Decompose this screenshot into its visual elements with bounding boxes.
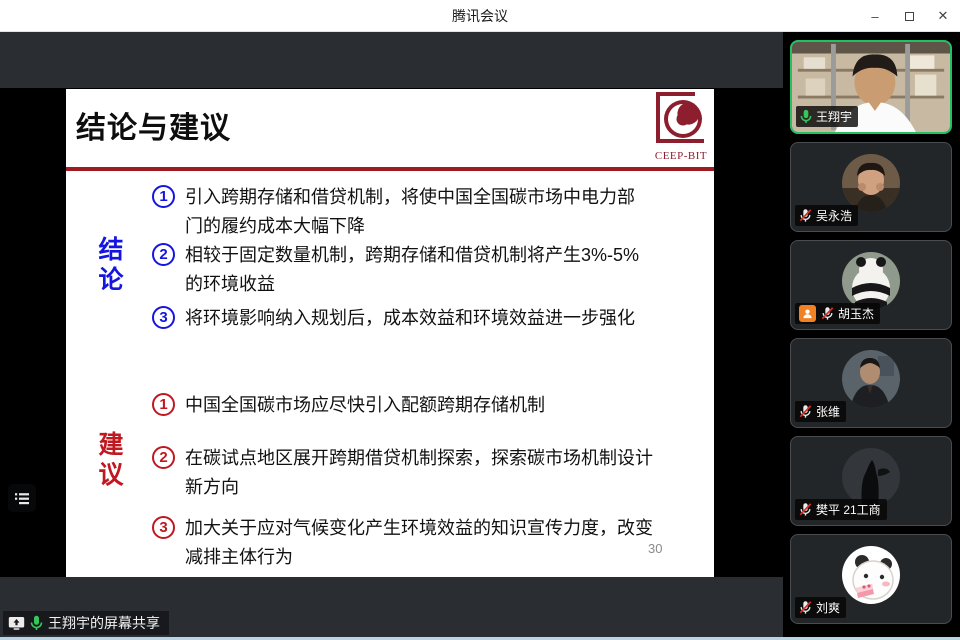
participant-name-tag: 吴永浩 (795, 205, 858, 226)
recommendation-text-1: 中国全国碳市场应尽快引入配额跨期存储机制 (185, 391, 663, 420)
participant-name-tag: 王翔宇 (796, 106, 858, 127)
conclusion-item-3: 3 将环境影响纳入规划后，成本效益和环境效益进一步强化 (152, 304, 645, 333)
recommendation-item-1: 1 中国全国碳市场应尽快引入配额跨期存储机制 (152, 391, 663, 420)
avatar-image (842, 252, 900, 310)
presentation-top-band (0, 32, 783, 88)
participant-tile[interactable]: 张维 (790, 338, 952, 428)
circled-number-icon: 3 (152, 306, 175, 329)
presentation-slide: 结论与建议 CEEP-BIT 结论 1 引入跨期存储和借贷机制，将使中国全国碳市… (66, 89, 714, 577)
circled-number-icon: 2 (152, 446, 175, 469)
close-button[interactable]: ✕ (926, 0, 960, 32)
mic-muted-icon (799, 404, 812, 419)
participant-tile[interactable]: 樊平 21工商 (790, 436, 952, 526)
conclusion-item-1: 1 引入跨期存储和借贷机制，将使中国全国碳市场中电力部门的履约成本大幅下降 (152, 183, 645, 241)
recommendation-text-3: 加大关于应对气候变化产生环境效益的知识宣传力度，改变减排主体行为 (185, 514, 663, 572)
window-controls: – ✕ (858, 0, 960, 32)
circled-number-icon: 1 (152, 393, 175, 416)
participant-name-tag: 胡玉杰 (795, 303, 880, 324)
ceep-bit-logo-text: CEEP-BIT (651, 150, 711, 162)
participant-name-tag: 刘爽 (795, 597, 846, 618)
participant-name: 张维 (816, 403, 840, 420)
circled-number-icon: 3 (152, 516, 175, 539)
slide-title: 结论与建议 (76, 103, 231, 147)
conclusions-label: 结论 (96, 235, 126, 295)
maximize-button[interactable] (892, 0, 926, 32)
recommendation-item-2: 2 在碳试点地区展开跨期借贷机制探索，探索碳市场机制设计新方向 (152, 444, 663, 502)
title-underline (66, 167, 714, 171)
conclusion-text-3: 将环境影响纳入规划后，成本效益和环境效益进一步强化 (185, 304, 645, 333)
avatar-image (842, 350, 900, 408)
recommendations-label: 建议 (96, 430, 126, 490)
circled-number-icon: 2 (152, 243, 175, 266)
mic-muted-icon (799, 600, 812, 615)
avatar-image (842, 154, 900, 212)
participant-name-tag: 樊平 21工商 (795, 499, 887, 520)
ceep-bit-logo: CEEP-BIT (651, 91, 711, 163)
conclusion-text-1: 引入跨期存储和借贷机制，将使中国全国碳市场中电力部门的履约成本大幅下降 (185, 183, 645, 241)
mic-muted-icon (799, 208, 812, 223)
window-title: 腾讯会议 (452, 6, 508, 26)
ceep-bit-logo-icon (653, 91, 709, 149)
mic-on-icon (30, 615, 43, 631)
avatar-image (842, 448, 900, 506)
recommendation-text-2: 在碳试点地区展开跨期借贷机制探索，探索碳市场机制设计新方向 (185, 444, 663, 502)
maximize-icon (905, 12, 914, 21)
participant-name: 王翔宇 (816, 108, 852, 125)
participant-name: 刘爽 (816, 599, 840, 616)
conclusion-text-2: 相较于固定数量机制，跨期存储和借贷机制将产生3%-5%的环境收益 (185, 241, 645, 299)
participant-tile[interactable]: 王翔宇 (790, 40, 952, 134)
shared-screen-area: 结论与建议 CEEP-BIT 结论 1 引入跨期存储和借贷机制，将使中国全国碳市… (0, 32, 783, 637)
mic-on-icon (800, 109, 812, 124)
participant-name: 胡玉杰 (838, 305, 874, 322)
screen-share-banner: 王翔宇的屏幕共享 (3, 611, 169, 635)
member-badge-icon (799, 305, 816, 322)
screen-share-icon (8, 616, 25, 631)
participant-name-tag: 张维 (795, 401, 846, 422)
outline-toggle-button[interactable] (8, 484, 36, 512)
participant-tile[interactable]: 刘爽 (790, 534, 952, 624)
window-titlebar: 腾讯会议 – ✕ (0, 0, 960, 32)
screen-share-label: 王翔宇的屏幕共享 (48, 613, 160, 633)
mic-muted-icon (799, 502, 812, 517)
conclusion-item-2: 2 相较于固定数量机制，跨期存储和借贷机制将产生3%-5%的环境收益 (152, 241, 645, 299)
circled-number-icon: 1 (152, 185, 175, 208)
meeting-main: 结论与建议 CEEP-BIT 结论 1 引入跨期存储和借贷机制，将使中国全国碳市… (0, 32, 960, 637)
participant-tile[interactable]: 胡玉杰 (790, 240, 952, 330)
participant-name: 吴永浩 (816, 207, 852, 224)
slide-page-number: 30 (648, 541, 662, 556)
recommendation-item-3: 3 加大关于应对气候变化产生环境效益的知识宣传力度，改变减排主体行为 (152, 514, 663, 572)
mic-muted-icon (821, 306, 834, 321)
minimize-button[interactable]: – (858, 0, 892, 32)
participant-name: 樊平 21工商 (816, 501, 881, 518)
participants-panel: 王翔宇 (783, 32, 960, 637)
participant-tile[interactable]: 吴永浩 (790, 142, 952, 232)
list-icon (14, 490, 30, 506)
avatar-image (842, 546, 900, 604)
